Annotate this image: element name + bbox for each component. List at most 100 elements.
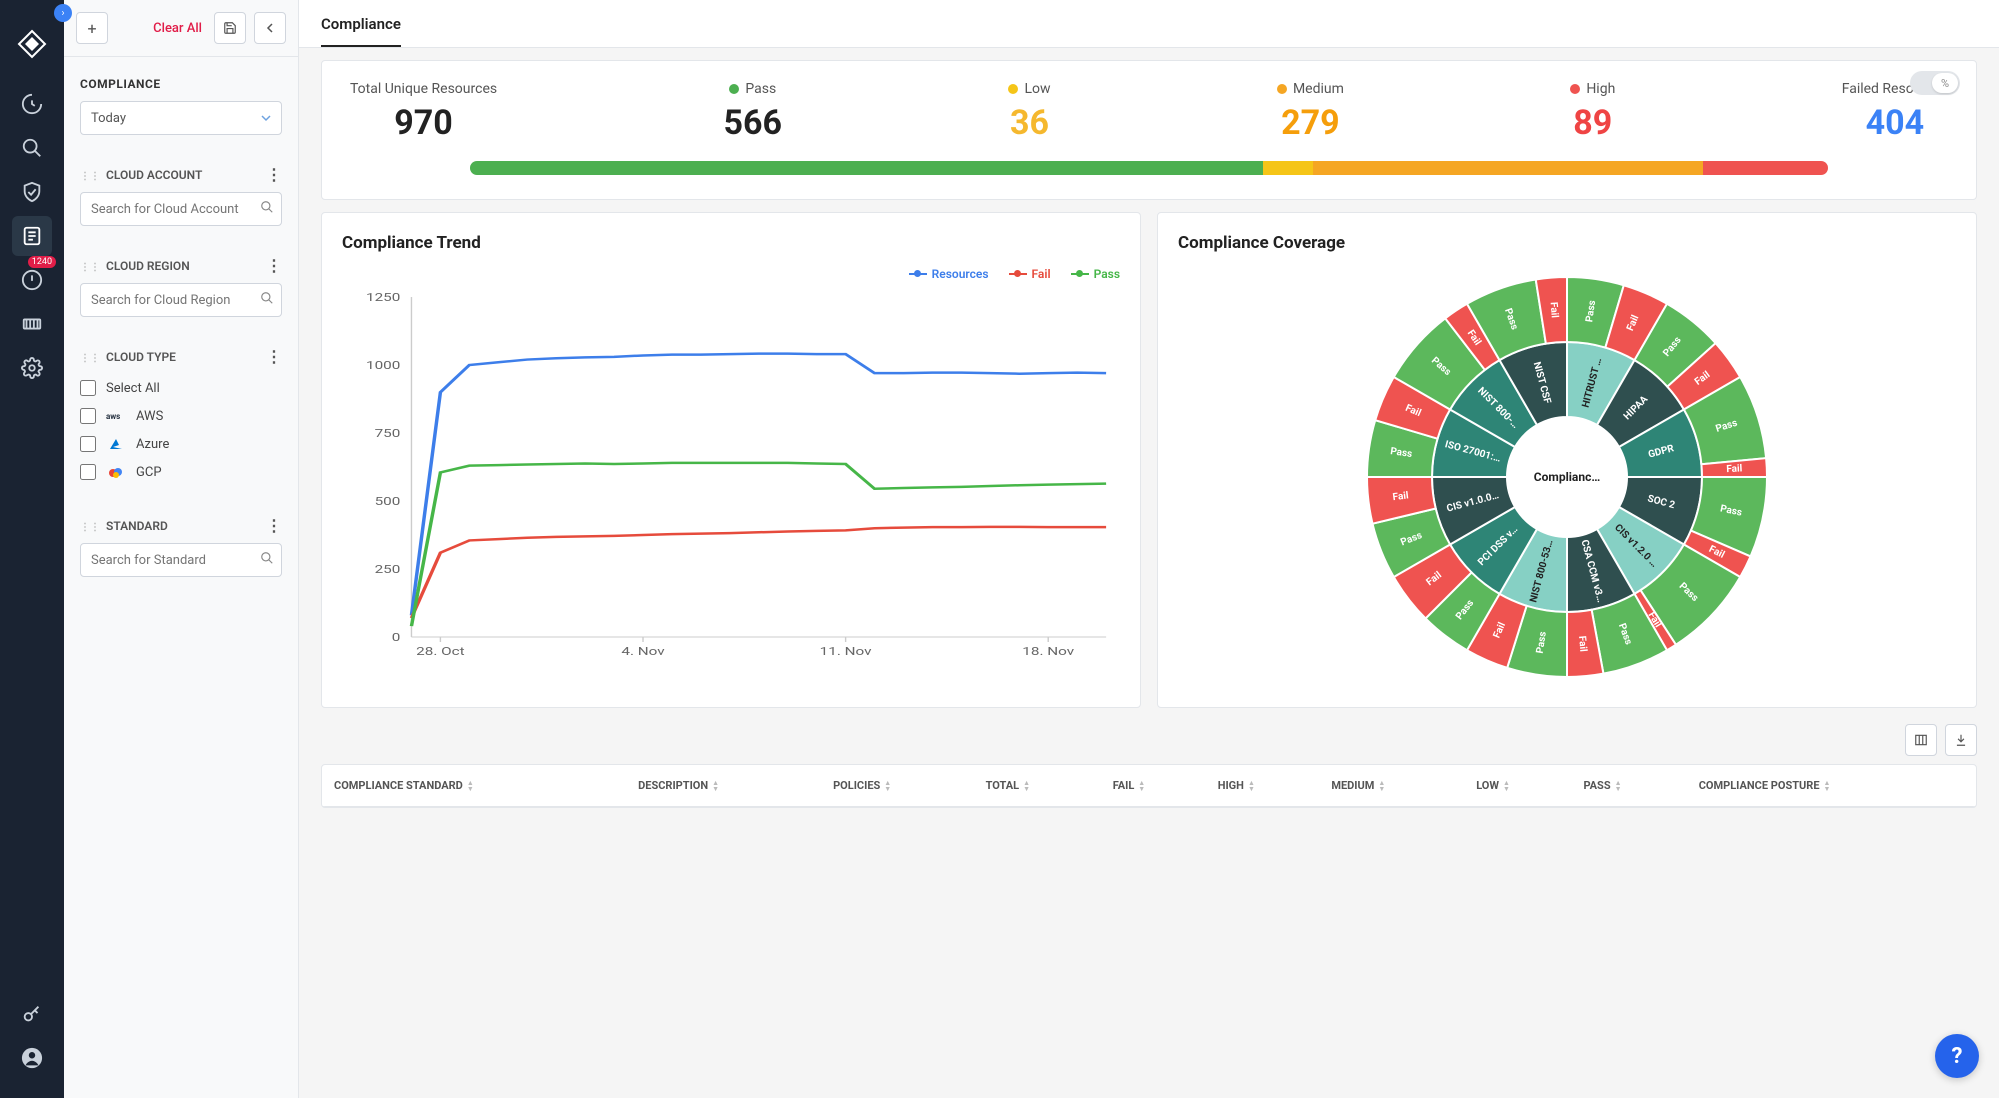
add-filter-button[interactable]: +	[76, 12, 108, 44]
search-icon	[260, 200, 274, 214]
search-icon	[260, 291, 274, 305]
sidebar-section-title: COMPLIANCE	[64, 57, 298, 101]
svg-text:Fail: Fail	[1576, 635, 1588, 652]
nav-alerts[interactable]: 1240	[12, 260, 52, 300]
legend-pass: Pass	[1094, 267, 1120, 281]
nav-rail: › 1240	[0, 0, 64, 1098]
cloud-type-select-all[interactable]: Select All	[80, 374, 282, 402]
azure-icon	[106, 437, 126, 451]
alerts-badge: 1240	[28, 256, 56, 268]
dot-high-icon	[1570, 84, 1580, 94]
help-fab[interactable]: ?	[1935, 1034, 1979, 1078]
filter-cloud-type-label: CLOUD TYPE	[106, 350, 176, 364]
stat-pass-label: Pass	[745, 81, 776, 97]
table-header[interactable]: MEDIUM▲▼	[1319, 765, 1464, 807]
svg-text:0: 0	[392, 632, 401, 644]
save-filter-button[interactable]	[214, 12, 246, 44]
tab-bar: Compliance	[299, 0, 1999, 48]
svg-text:Fail: Fail	[1548, 302, 1560, 319]
aws-icon: aws	[106, 409, 126, 423]
svg-text:Fail: Fail	[1392, 490, 1410, 503]
table-header[interactable]: HIGH▲▼	[1206, 765, 1320, 807]
table-header[interactable]: POLICIES▲▼	[821, 765, 974, 807]
summary-card: % Total Unique Resources 970 Pass 566 Lo…	[321, 60, 1977, 200]
nav-dashboard[interactable]	[12, 84, 52, 124]
legend-fail: Fail	[1032, 267, 1051, 281]
table-header[interactable]: PASS▲▼	[1571, 765, 1686, 807]
filter-standard-search[interactable]	[80, 543, 282, 577]
stat-high-label: High	[1586, 81, 1615, 97]
table-download-button[interactable]	[1945, 724, 1977, 756]
nav-search[interactable]	[12, 128, 52, 168]
stat-failed-value: 404	[1842, 103, 1948, 143]
svg-text:1000: 1000	[366, 360, 400, 372]
table-header[interactable]: FAIL▲▼	[1101, 765, 1206, 807]
svg-text:11. Nov: 11. Nov	[820, 646, 872, 658]
main-content: Compliance % Total Unique Resources 970 …	[299, 0, 1999, 1098]
search-icon	[260, 551, 274, 565]
svg-text:aws: aws	[106, 412, 120, 421]
stat-total-value: 970	[350, 103, 497, 143]
stat-high-value: 89	[1570, 103, 1615, 143]
expand-nav-button[interactable]: ›	[54, 4, 72, 22]
svg-text:28. Oct: 28. Oct	[416, 646, 464, 658]
svg-text:Complianc…: Complianc…	[1534, 470, 1601, 484]
nav-settings[interactable]	[12, 348, 52, 388]
svg-text:18. Nov: 18. Nov	[1022, 646, 1074, 658]
percent-toggle[interactable]: %	[1910, 71, 1960, 95]
filter-cloud-type-more[interactable]: ⋮	[266, 347, 282, 366]
table-header[interactable]: DESCRIPTION▲▼	[626, 765, 821, 807]
svg-text:1250: 1250	[366, 292, 400, 304]
tab-compliance[interactable]: Compliance	[321, 15, 401, 47]
summary-progress-bar	[470, 161, 1828, 175]
filter-standard-more[interactable]: ⋮	[266, 516, 282, 535]
coverage-sunburst[interactable]: HITRUST …PassFailHIPAAPassFailGDPRPassFa…	[1178, 267, 1956, 687]
coverage-card: Compliance Coverage HITRUST …PassFailHIP…	[1157, 212, 1977, 708]
trend-title: Compliance Trend	[342, 233, 1120, 253]
stat-medium-value: 279	[1277, 103, 1344, 143]
compliance-table: COMPLIANCE STANDARD▲▼DESCRIPTION▲▼POLICI…	[321, 764, 1977, 808]
timeframe-select[interactable]: Today	[80, 101, 282, 135]
trend-line-chart[interactable]: 0 250 500 750 1000 1250 28. Oct 4. Nov 11. Nov 18…	[342, 287, 1120, 667]
svg-text:250: 250	[375, 564, 401, 576]
table-header[interactable]: LOW▲▼	[1464, 765, 1571, 807]
legend-resources: Resources	[932, 267, 989, 281]
table-columns-button[interactable]	[1905, 724, 1937, 756]
nav-key[interactable]	[12, 994, 52, 1034]
svg-text:500: 500	[375, 496, 401, 508]
filter-sidebar: + Clear All COMPLIANCE Today ⋮ ⋮ CLOUD ACC…	[64, 0, 299, 1098]
filter-cloud-region-label: CLOUD REGION	[106, 259, 190, 273]
stat-low-label: Low	[1024, 81, 1050, 97]
svg-text:4. Nov: 4. Nov	[621, 646, 665, 658]
nav-account[interactable]	[12, 1038, 52, 1078]
brand-logo	[12, 24, 52, 64]
filter-cloud-account-more[interactable]: ⋮	[266, 165, 282, 184]
filter-standard-label: STANDARD	[106, 519, 168, 533]
table-header[interactable]: TOTAL▲▼	[974, 765, 1101, 807]
table-header[interactable]: COMPLIANCE STANDARD▲▼	[322, 765, 626, 807]
timeframe-value: Today	[91, 111, 126, 126]
stat-pass-value: 566	[724, 103, 783, 143]
coverage-title: Compliance Coverage	[1178, 233, 1956, 253]
nav-shield[interactable]	[12, 172, 52, 212]
filter-cloud-region-more[interactable]: ⋮	[266, 256, 282, 275]
filter-cloud-account-search[interactable]	[80, 192, 282, 226]
trend-card: Compliance Trend Resources Fail Pass 0 25…	[321, 212, 1141, 708]
clear-all-button[interactable]: Clear All	[153, 21, 202, 36]
cloud-type-azure[interactable]: Azure	[80, 430, 282, 458]
cloud-type-gcp[interactable]: GCP	[80, 458, 282, 486]
collapse-sidebar-button[interactable]	[254, 12, 286, 44]
filter-cloud-account-label: CLOUD ACCOUNT	[106, 168, 202, 182]
filter-cloud-region-search[interactable]	[80, 283, 282, 317]
stat-total-label: Total Unique Resources	[350, 81, 497, 97]
stat-medium-label: Medium	[1293, 81, 1344, 97]
svg-text:750: 750	[375, 428, 401, 440]
cloud-type-aws[interactable]: awsAWS	[80, 402, 282, 430]
svg-text:Fail: Fail	[1726, 463, 1743, 475]
nav-containers[interactable]	[12, 304, 52, 344]
stat-low-value: 36	[1008, 103, 1050, 143]
nav-compliance[interactable]	[12, 216, 52, 256]
table-header[interactable]: COMPLIANCE POSTURE▲▼	[1687, 765, 1976, 807]
chevron-down-icon	[261, 113, 271, 123]
dot-pass-icon	[729, 84, 739, 94]
